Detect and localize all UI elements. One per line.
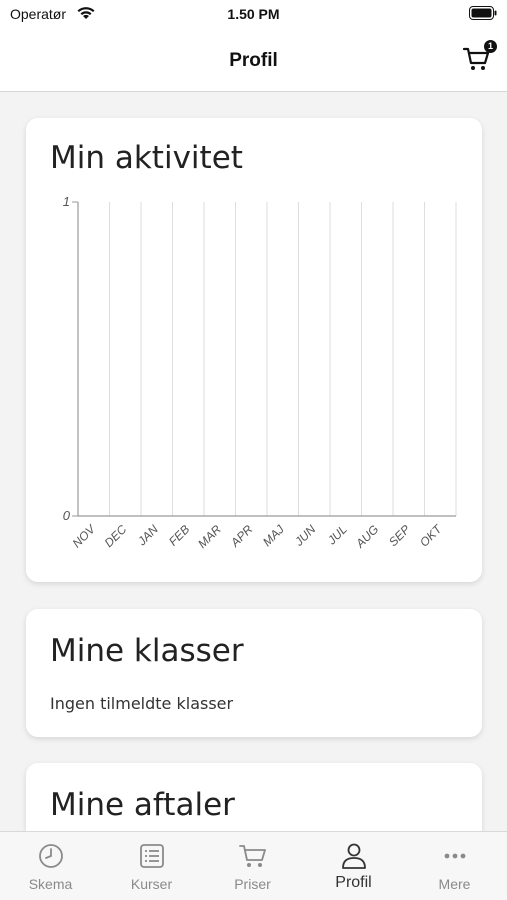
classes-empty-text: Ingen tilmeldte klasser (50, 694, 234, 713)
chart-y-tick-label: 1 (63, 194, 70, 209)
tab-label: Mere (438, 876, 471, 892)
tab-priser[interactable]: Priser (202, 832, 303, 900)
classes-title: Mine klasser (50, 633, 244, 669)
chart-x-tick-label: APR (227, 522, 255, 550)
cart-button[interactable]: 1 (462, 40, 498, 76)
appointments-title: Mine aftaler (50, 787, 235, 823)
cart-count-badge: 1 (484, 40, 497, 53)
battery-icon (469, 6, 497, 20)
chart-x-tick-label: OKT (417, 521, 446, 550)
chart-x-tick-label: JUL (324, 522, 350, 548)
status-bar: Operatør 1.50 PM (0, 0, 507, 28)
tab-label: Skema (28, 876, 73, 892)
cart-icon (239, 845, 266, 867)
chart-x-tick-label: JAN (134, 522, 161, 549)
tab-mere[interactable]: Mere (404, 832, 505, 900)
tab-bar: Skema Kurser Priser Profil Mere (0, 831, 507, 900)
activity-chart: 0 1 NOV DEC JAN FEB MAR APR MAJ JUN JUL AUG SEP OKT (63, 194, 457, 551)
chart-y-tick-label: 0 (63, 508, 71, 523)
clock-icon (39, 844, 63, 868)
tab-label: Priser (234, 876, 271, 892)
page-title: Profil (229, 50, 278, 71)
chart-x-tick-label: JUN (291, 522, 318, 549)
more-icon (444, 853, 466, 859)
chart-x-tick-label: NOV (70, 522, 99, 551)
tab-profil[interactable]: Profil (303, 832, 404, 900)
tab-label: Kurser (130, 876, 173, 892)
person-icon (342, 843, 366, 869)
activity-card: Min aktivitet 0 1 NOV DEC JAN FEB MAR APR MAJ JUN… (26, 118, 482, 582)
tab-skema[interactable]: Skema (0, 832, 101, 900)
chart-x-tick-label: DEC (102, 522, 130, 550)
nav-bar: Profil 1 (0, 28, 507, 92)
tab-label: Profil (335, 874, 372, 891)
chart-x-tick-label: MAR (195, 522, 224, 551)
chart-x-tick-label: FEB (166, 522, 192, 548)
chart-x-tick-label: AUG (352, 522, 381, 551)
tab-kurser[interactable]: Kurser (101, 832, 202, 900)
chart-x-tick-label: SEP (386, 522, 413, 549)
list-icon (140, 844, 164, 868)
chart-x-tick-label: MAJ (260, 522, 288, 550)
status-time: 1.50 PM (227, 6, 280, 22)
classes-card: Mine klasser Ingen tilmeldte klasser (26, 609, 482, 737)
